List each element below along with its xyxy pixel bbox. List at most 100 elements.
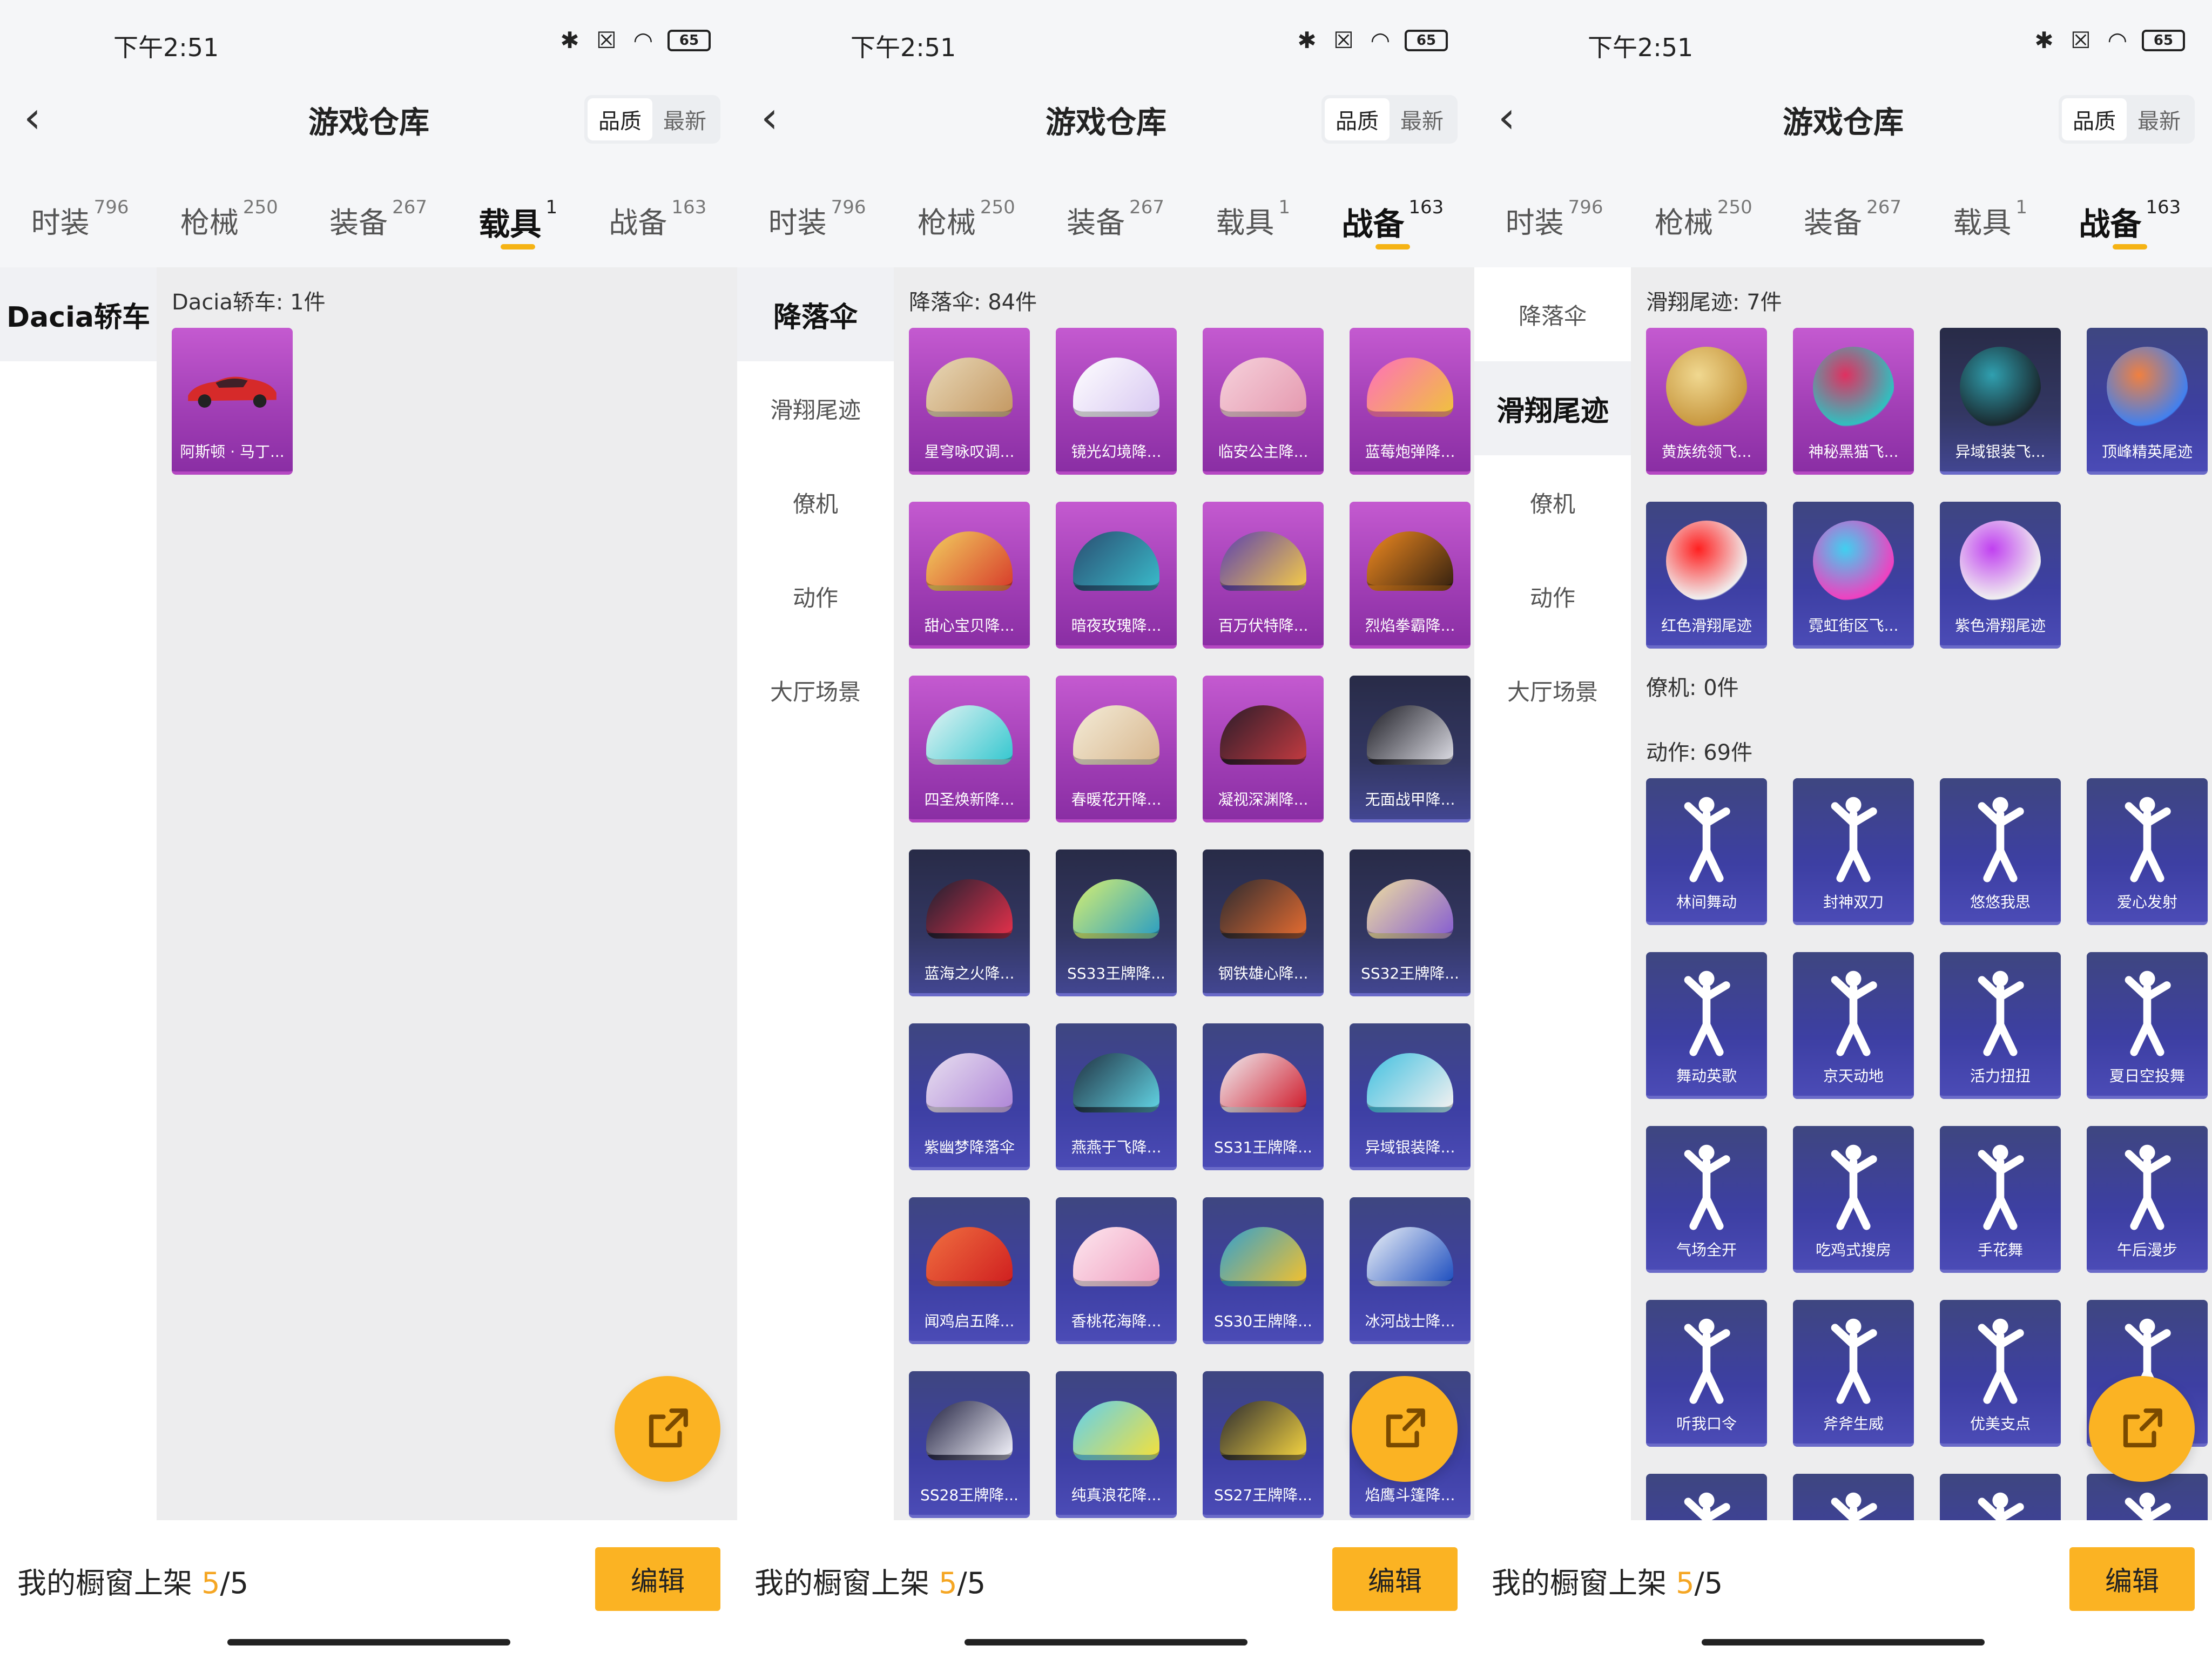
sort-latest-button[interactable]: 最新 — [1390, 98, 1454, 140]
item-card[interactable]: 阿斯顿 · 马丁... — [172, 328, 293, 475]
tab-2[interactable]: 装备 267 — [329, 184, 427, 265]
item-art — [1360, 1210, 1460, 1303]
item-card[interactable]: 优美支点 — [1940, 1300, 2061, 1447]
share-button[interactable] — [1352, 1376, 1458, 1482]
item-card[interactable]: SS32王牌降... — [1350, 849, 1471, 996]
sidebar-item[interactable]: 动作 — [737, 549, 894, 643]
sidebar-item[interactable]: 僚机 — [1474, 455, 1631, 549]
item-card[interactable]: 暗夜玫瑰降... — [1056, 502, 1177, 649]
item-card[interactable]: 钢铁雄心降... — [1203, 849, 1324, 996]
item-card[interactable]: 顶峰精英尾迹 — [2087, 328, 2208, 475]
item-card[interactable]: 星穹咏叹调... — [909, 328, 1030, 475]
item-card[interactable]: 烈焰拳霸降... — [1350, 502, 1471, 649]
tab-1[interactable]: 枪械 250 — [1655, 184, 1752, 265]
item-card[interactable]: 听我口令 — [1646, 1300, 1767, 1447]
tab-count: 1 — [1278, 197, 1291, 218]
item-card[interactable]: SS28王牌降... — [909, 1371, 1030, 1518]
item-card[interactable]: SS33王牌降... — [1056, 849, 1177, 996]
item-card[interactable]: 黄族统领飞... — [1646, 328, 1767, 475]
item-card[interactable]: 蓝莓炮弹降... — [1350, 328, 1471, 475]
tab-0[interactable]: 时装 796 — [1506, 184, 1603, 265]
item-card[interactable] — [1940, 1474, 2061, 1520]
tab-4[interactable]: 战备 163 — [609, 184, 706, 265]
sidebar-item[interactable]: 滑翔尾迹 — [1474, 361, 1631, 455]
sidebar-item[interactable]: 降落伞 — [737, 267, 894, 361]
item-card[interactable]: 手花舞 — [1940, 1126, 2061, 1273]
sort-latest-button[interactable]: 最新 — [2127, 98, 2191, 140]
sort-latest-button[interactable]: 最新 — [652, 98, 717, 140]
item-card[interactable]: 活力扭扭 — [1940, 952, 2061, 1099]
item-card[interactable]: 香桃花海降... — [1056, 1197, 1177, 1344]
item-art — [1213, 689, 1313, 781]
item-card[interactable]: 闻鸡启五降... — [909, 1197, 1030, 1344]
item-card[interactable]: 夏日空投舞 — [2087, 952, 2208, 1099]
sort-quality-button[interactable]: 品质 — [588, 98, 652, 140]
item-card[interactable]: 蓝海之火降... — [909, 849, 1030, 996]
share-button[interactable] — [2089, 1376, 2195, 1482]
item-card[interactable]: SS30王牌降... — [1203, 1197, 1324, 1344]
item-card[interactable]: 异域银装降... — [1350, 1023, 1471, 1170]
item-card[interactable]: 四圣焕新降... — [909, 676, 1030, 822]
item-card[interactable]: 凝视深渊降... — [1203, 676, 1324, 822]
item-card[interactable]: SS31王牌降... — [1203, 1023, 1324, 1170]
item-card[interactable] — [1646, 1474, 1767, 1520]
tab-4[interactable]: 战备 163 — [1341, 184, 1444, 265]
item-card[interactable] — [1793, 1474, 1914, 1520]
item-card[interactable]: 霓虹街区飞... — [1793, 502, 1914, 649]
tab-2[interactable]: 装备 267 — [1804, 184, 1901, 265]
item-card[interactable]: 异域银装飞... — [1940, 328, 2061, 475]
tab-3[interactable]: 载具 1 — [1953, 184, 2027, 265]
item-card[interactable]: 斧斧生威 — [1793, 1300, 1914, 1447]
sidebar-item[interactable]: Dacia轿车 — [0, 267, 157, 361]
item-card[interactable]: 悠悠我思 — [1940, 778, 2061, 925]
item-card[interactable]: 爱心发射 — [2087, 778, 2208, 925]
item-card[interactable]: 春暖花开降... — [1056, 676, 1177, 822]
share-button[interactable] — [615, 1376, 720, 1482]
sidebar-item[interactable]: 僚机 — [737, 455, 894, 549]
tab-1[interactable]: 枪械 250 — [180, 184, 278, 265]
item-card[interactable]: 燕燕于飞降... — [1056, 1023, 1177, 1170]
item-card[interactable]: 神秘黑猫飞... — [1793, 328, 1914, 475]
edit-button[interactable]: 编辑 — [595, 1547, 720, 1611]
tab-label: 时装 — [1505, 206, 1564, 240]
item-card[interactable]: 封神双刀 — [1793, 778, 1914, 925]
item-card[interactable]: 午后漫步 — [2087, 1126, 2208, 1273]
sidebar-item[interactable]: 大厅场景 — [737, 643, 894, 737]
item-card[interactable]: 临安公主降... — [1203, 328, 1324, 475]
home-indicator[interactable] — [1702, 1639, 1985, 1645]
item-card[interactable]: 冰河战士降... — [1350, 1197, 1471, 1344]
tab-1[interactable]: 枪械 250 — [918, 184, 1015, 265]
tab-0[interactable]: 时装 796 — [31, 184, 129, 265]
sidebar-item[interactable]: 动作 — [1474, 549, 1631, 643]
item-card[interactable]: 林间舞动 — [1646, 778, 1767, 925]
sort-quality-button[interactable]: 品质 — [2062, 98, 2127, 140]
tab-3[interactable]: 载具 1 — [478, 184, 557, 265]
item-card[interactable]: SS27王牌降... — [1203, 1371, 1324, 1518]
trail-image — [2107, 347, 2188, 428]
tab-2[interactable]: 装备 267 — [1067, 184, 1164, 265]
tab-3[interactable]: 载具 1 — [1216, 184, 1290, 265]
item-card[interactable]: 紫幽梦降落伞 — [909, 1023, 1030, 1170]
item-card[interactable]: 京天动地 — [1793, 952, 1914, 1099]
item-card[interactable]: 舞动英歌 — [1646, 952, 1767, 1099]
sidebar-item[interactable]: 大厅场景 — [1474, 643, 1631, 737]
home-indicator[interactable] — [965, 1639, 1247, 1645]
item-card[interactable]: 气场全开 — [1646, 1126, 1767, 1273]
edit-button[interactable]: 编辑 — [2069, 1547, 2195, 1611]
item-card[interactable]: 紫色滑翔尾迹 — [1940, 502, 2061, 649]
item-card[interactable]: 甜心宝贝降... — [909, 502, 1030, 649]
item-card[interactable]: 红色滑翔尾迹 — [1646, 502, 1767, 649]
item-card[interactable]: 纯真浪花降... — [1056, 1371, 1177, 1518]
sort-quality-button[interactable]: 品质 — [1325, 98, 1390, 140]
home-indicator[interactable] — [227, 1639, 510, 1645]
item-card[interactable]: 百万伏特降... — [1203, 502, 1324, 649]
edit-button[interactable]: 编辑 — [1332, 1547, 1458, 1611]
tab-4[interactable]: 战备 163 — [2079, 184, 2181, 265]
sidebar-item[interactable]: 降落伞 — [1474, 267, 1631, 361]
sidebar-item[interactable]: 滑翔尾迹 — [737, 361, 894, 455]
item-card[interactable]: 镜光幻境降... — [1056, 328, 1177, 475]
item-card[interactable]: 吃鸡式搜房 — [1793, 1126, 1914, 1273]
tab-0[interactable]: 时装 796 — [768, 184, 866, 265]
item-card[interactable]: 无面战甲降... — [1350, 676, 1471, 822]
item-name: 烈焰拳霸降... — [1365, 617, 1455, 635]
